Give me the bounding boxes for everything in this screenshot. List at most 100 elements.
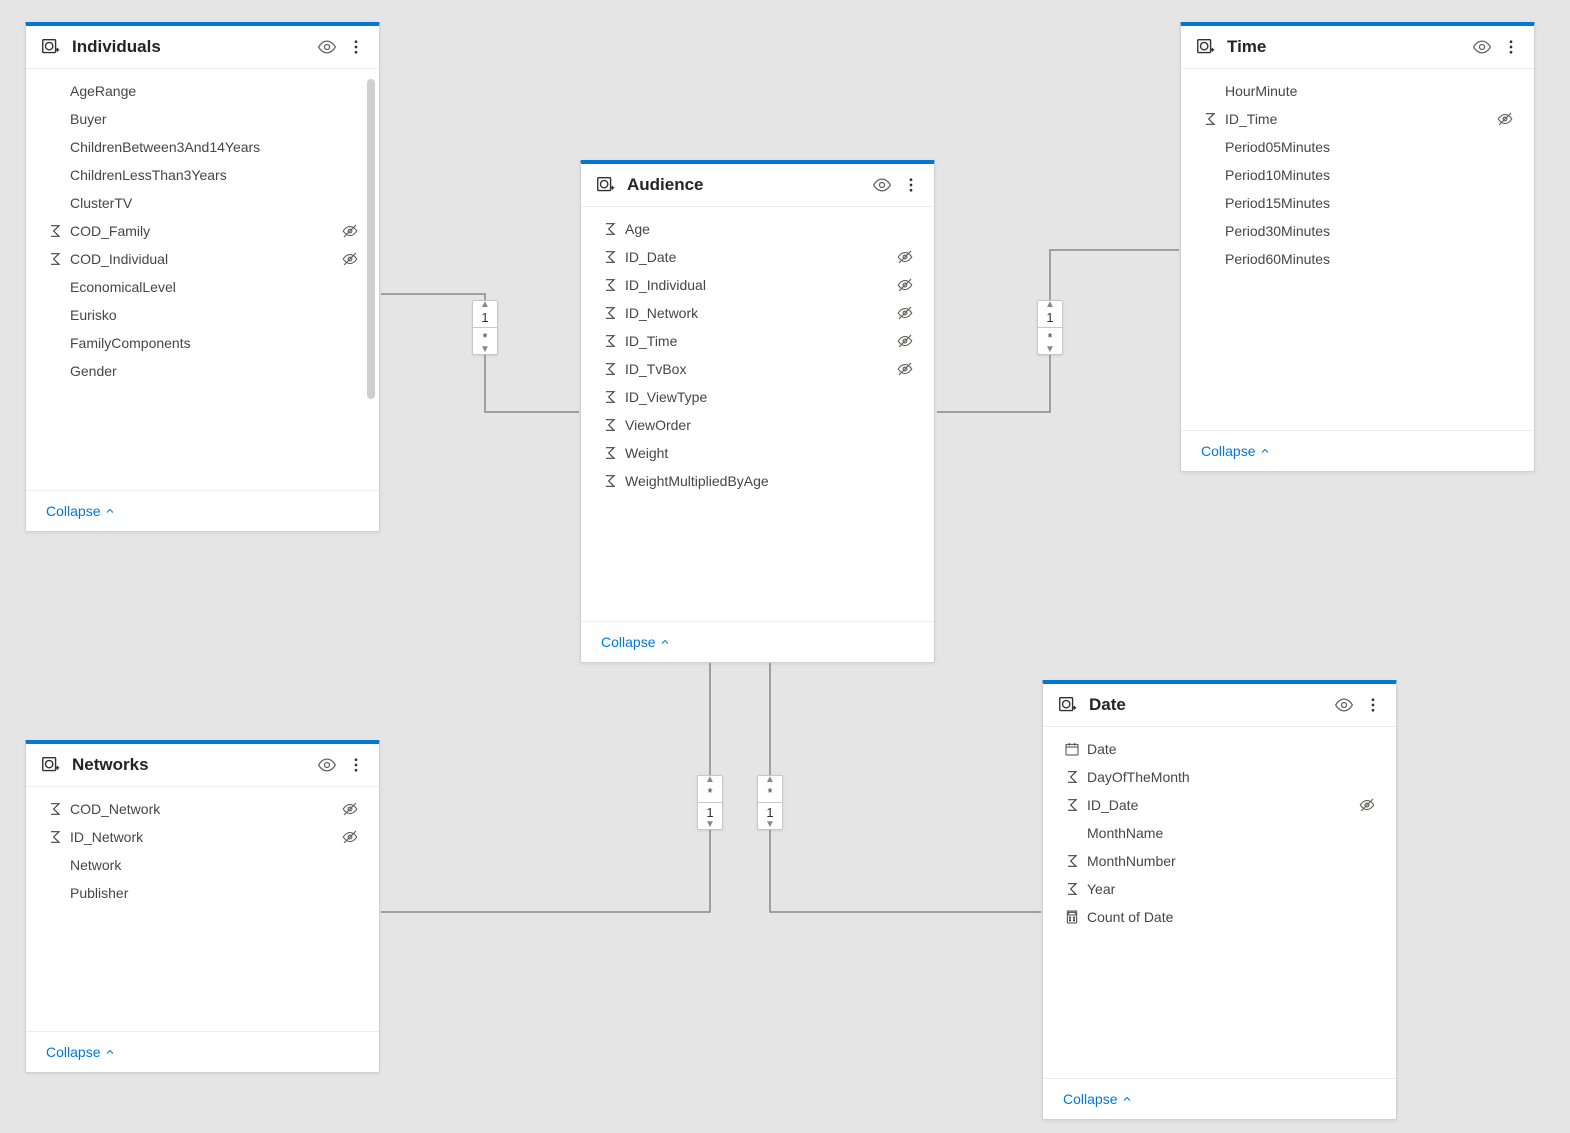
field-row[interactable]: ID_Date xyxy=(1043,791,1396,819)
field-row[interactable]: Period60Minutes xyxy=(1181,245,1534,273)
field-row[interactable]: ID_Date xyxy=(581,243,934,271)
field-row[interactable]: COD_Network xyxy=(26,795,379,823)
field-row[interactable]: WeightMultipliedByAge xyxy=(581,467,934,495)
table-title: Time xyxy=(1227,37,1462,57)
hidden-icon[interactable] xyxy=(896,248,914,266)
field-name: ID_Time xyxy=(1225,111,1490,127)
field-row[interactable]: ClusterTV xyxy=(26,189,379,217)
field-row[interactable]: EconomicalLevel xyxy=(26,273,379,301)
hidden-icon[interactable] xyxy=(1358,796,1376,814)
field-row[interactable]: Gender xyxy=(26,357,379,385)
visibility-icon[interactable] xyxy=(1334,695,1354,715)
table-audience[interactable]: Audience Age ID_Date ID_Individual ID_Netwo… xyxy=(580,160,935,663)
collapse-link[interactable]: Collapse xyxy=(46,503,116,519)
visibility-icon[interactable] xyxy=(1472,37,1492,57)
field-name: Count of Date xyxy=(1087,909,1376,925)
table-header[interactable]: Audience xyxy=(581,164,934,207)
field-row[interactable]: ViewOrder xyxy=(581,411,934,439)
field-row[interactable]: Year xyxy=(1043,875,1396,903)
field-name: EconomicalLevel xyxy=(70,279,359,295)
table-time[interactable]: Time HourMinute ID_Time Period05Minutes Per… xyxy=(1180,22,1535,472)
visibility-icon[interactable] xyxy=(317,37,337,57)
visibility-icon[interactable] xyxy=(872,175,892,195)
table-date[interactable]: Date DateDayOfTheMonthID_DateMonthNameMo… xyxy=(1042,680,1397,1120)
relationship-date-audience[interactable]: ▲ * 1 ▼ xyxy=(757,775,783,830)
table-individuals[interactable]: Individuals AgeRange Buyer ChildrenBetween… xyxy=(25,22,380,532)
field-row[interactable]: ID_Time xyxy=(1181,105,1534,133)
hidden-icon[interactable] xyxy=(896,332,914,350)
field-row[interactable]: ID_Network xyxy=(26,823,379,851)
field-name: ID_Date xyxy=(625,249,890,265)
hidden-icon[interactable] xyxy=(341,250,359,268)
hidden-icon[interactable] xyxy=(896,304,914,322)
field-name: ID_Network xyxy=(625,305,890,321)
scrollbar[interactable] xyxy=(367,79,375,399)
hidden-icon[interactable] xyxy=(341,800,359,818)
more-options-icon[interactable] xyxy=(347,756,365,774)
table-title: Audience xyxy=(627,175,862,195)
field-row[interactable]: COD_Individual xyxy=(26,245,379,273)
field-row[interactable]: AgeRange xyxy=(26,77,379,105)
field-row[interactable]: Period15Minutes xyxy=(1181,189,1534,217)
field-row[interactable]: COD_Family xyxy=(26,217,379,245)
field-name: Buyer xyxy=(70,111,359,127)
hidden-icon[interactable] xyxy=(896,360,914,378)
relationship-time-audience[interactable]: ▲ 1 * ▼ xyxy=(1037,300,1063,355)
more-options-icon[interactable] xyxy=(902,176,920,194)
field-row[interactable]: ID_Time xyxy=(581,327,934,355)
hidden-icon[interactable] xyxy=(341,828,359,846)
collapse-link[interactable]: Collapse xyxy=(1063,1091,1133,1107)
field-name: FamilyComponents xyxy=(70,335,359,351)
visibility-icon[interactable] xyxy=(317,755,337,775)
more-options-icon[interactable] xyxy=(1502,38,1520,56)
field-list: DateDayOfTheMonthID_DateMonthNameMonthNu… xyxy=(1043,727,1396,939)
hidden-icon[interactable] xyxy=(896,276,914,294)
field-row[interactable]: MonthName xyxy=(1043,819,1396,847)
collapse-link[interactable]: Collapse xyxy=(1201,443,1271,459)
field-row[interactable]: Network xyxy=(26,851,379,879)
field-row[interactable]: Weight xyxy=(581,439,934,467)
relationship-individuals-audience[interactable]: ▲ 1 * ▼ xyxy=(472,300,498,355)
field-list: HourMinute ID_Time Period05Minutes Period10… xyxy=(1181,69,1534,281)
field-row[interactable]: ID_TvBox xyxy=(581,355,934,383)
field-row[interactable]: ID_Network xyxy=(581,299,934,327)
table-icon xyxy=(1195,36,1217,58)
table-header[interactable]: Time xyxy=(1181,26,1534,69)
field-row[interactable]: ChildrenBetween3And14Years xyxy=(26,133,379,161)
sigma-icon xyxy=(1063,769,1081,785)
field-row[interactable]: ID_ViewType xyxy=(581,383,934,411)
field-row[interactable]: Buyer xyxy=(26,105,379,133)
field-row[interactable]: HourMinute xyxy=(1181,77,1534,105)
field-name: Period05Minutes xyxy=(1225,139,1514,155)
field-row[interactable]: DayOfTheMonth xyxy=(1043,763,1396,791)
field-row[interactable]: Period30Minutes xyxy=(1181,217,1534,245)
more-options-icon[interactable] xyxy=(347,38,365,56)
table-icon xyxy=(40,754,62,776)
field-row[interactable]: Period10Minutes xyxy=(1181,161,1534,189)
field-row[interactable]: ChildrenLessThan3Years xyxy=(26,161,379,189)
collapse-link[interactable]: Collapse xyxy=(601,634,671,650)
hidden-icon[interactable] xyxy=(1496,110,1514,128)
field-row[interactable]: Eurisko xyxy=(26,301,379,329)
field-row[interactable]: Publisher xyxy=(26,879,379,907)
table-networks[interactable]: Networks COD_NetworkID_NetworkNetworkPub… xyxy=(25,740,380,1073)
field-name: Weight xyxy=(625,445,914,461)
cardinality-many: * xyxy=(698,783,722,802)
field-row[interactable]: Count of Date xyxy=(1043,903,1396,931)
field-row[interactable]: Period05Minutes xyxy=(1181,133,1534,161)
field-row[interactable]: Date xyxy=(1043,735,1396,763)
field-row[interactable]: FamilyComponents xyxy=(26,329,379,357)
relationship-networks-audience[interactable]: ▲ * 1 ▼ xyxy=(697,775,723,830)
field-row[interactable]: MonthNumber xyxy=(1043,847,1396,875)
field-name: Period60Minutes xyxy=(1225,251,1514,267)
table-header[interactable]: Individuals xyxy=(26,26,379,69)
field-row[interactable]: Age xyxy=(581,215,934,243)
hidden-icon[interactable] xyxy=(341,222,359,240)
more-options-icon[interactable] xyxy=(1364,696,1382,714)
collapse-link[interactable]: Collapse xyxy=(46,1044,116,1060)
table-header[interactable]: Date xyxy=(1043,684,1396,727)
field-row[interactable]: ID_Individual xyxy=(581,271,934,299)
calendar-icon xyxy=(1063,741,1081,757)
table-header[interactable]: Networks xyxy=(26,744,379,787)
sigma-icon xyxy=(601,277,619,293)
